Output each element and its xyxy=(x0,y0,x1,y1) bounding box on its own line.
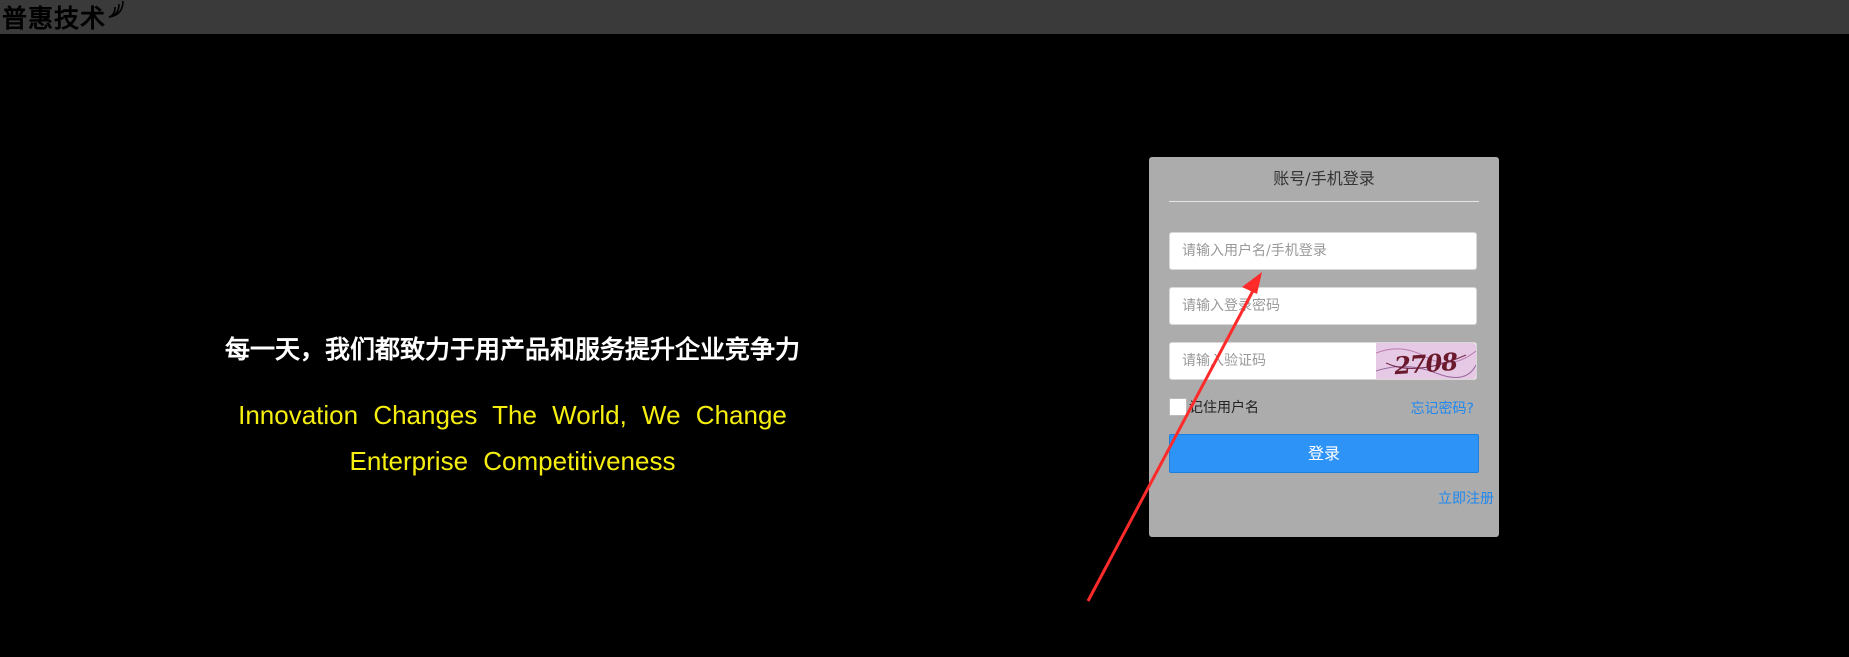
annotation-arrow xyxy=(1086,272,1262,602)
slogan-chinese: 每一天，我们都致力于用产品和服务提升企业竞争力 xyxy=(224,335,800,364)
captcha-text: 2708 xyxy=(1392,347,1459,379)
logo-text: 普惠技术 xyxy=(2,4,107,33)
remember-username[interactable]: 记住用户名 xyxy=(1169,397,1259,417)
forgot-password-link[interactable]: 忘记密码? xyxy=(1411,398,1474,418)
remember-checkbox[interactable] xyxy=(1169,398,1187,416)
captcha-image[interactable]: 2708 xyxy=(1376,343,1476,379)
remember-label: 记住用户名 xyxy=(1189,400,1259,416)
logo[interactable]: 普惠技术 xyxy=(2,0,129,34)
username-input[interactable] xyxy=(1170,233,1476,269)
signal-wave-icon xyxy=(108,1,124,18)
username-field-wrap xyxy=(1169,232,1477,270)
captcha-input[interactable] xyxy=(1170,343,1378,379)
slogan-english-line2: Enterprise Competitiveness xyxy=(349,446,676,476)
captcha-field-wrap: 2708 xyxy=(1169,342,1477,380)
slogan-english-line1: Innovation Changes The World, We Change xyxy=(238,400,787,430)
top-bar: 普惠技术 xyxy=(0,0,1849,34)
password-field-wrap xyxy=(1169,287,1477,325)
login-title: 账号/手机登录 xyxy=(1169,157,1479,202)
login-button[interactable]: 登录 xyxy=(1169,434,1479,473)
slogan-english: Innovation Changes The World, We Change … xyxy=(150,392,875,484)
login-panel: 账号/手机登录 2708 记住用户名 忘记密码? 登录 立即注册 xyxy=(1149,157,1499,537)
register-link[interactable]: 立即注册 xyxy=(1438,488,1498,508)
password-input[interactable] xyxy=(1170,288,1476,324)
captcha-graphic: 2708 xyxy=(1376,343,1476,379)
